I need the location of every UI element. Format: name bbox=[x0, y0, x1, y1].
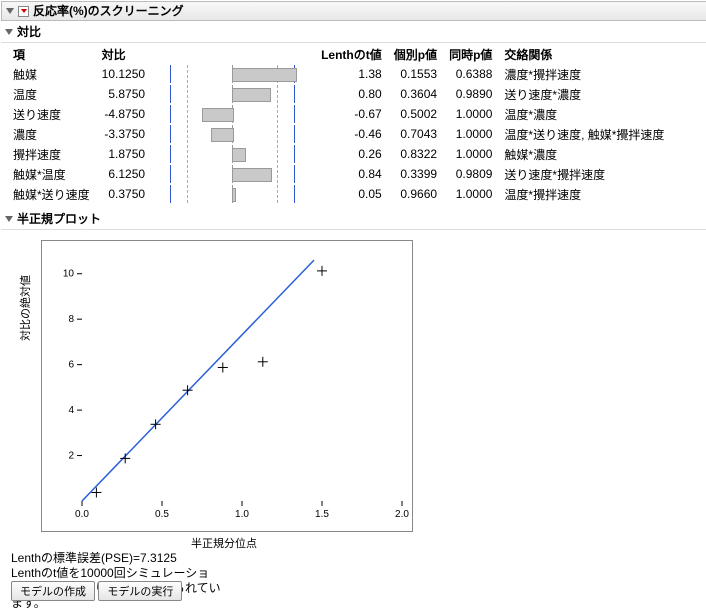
contrast-cell: 1.8750 bbox=[96, 144, 151, 164]
svg-text:8: 8 bbox=[68, 314, 74, 325]
contrast-cell: 0.3750 bbox=[96, 184, 151, 204]
bar-cell bbox=[151, 164, 315, 184]
contrast-table: 項 対比 Lenthのt値 個別p値 同時p値 交絡関係 触媒10.1250 1.… bbox=[7, 45, 670, 204]
psim-cell: 1.0000 bbox=[443, 144, 498, 164]
pind-cell: 0.8322 bbox=[388, 144, 443, 164]
svg-text:2: 2 bbox=[68, 451, 74, 462]
term-cell: 攪拌速度 bbox=[7, 144, 96, 164]
table-row: 攪拌速度1.8750 0.260.83221.0000触媒*濃度 bbox=[7, 144, 670, 164]
t-cell: 0.05 bbox=[315, 184, 388, 204]
psim-cell: 1.0000 bbox=[443, 184, 498, 204]
t-cell: 0.80 bbox=[315, 84, 388, 104]
bar-cell bbox=[151, 124, 315, 144]
alias-cell: 送り速度*攪拌速度 bbox=[498, 164, 670, 184]
pind-cell: 0.3399 bbox=[388, 164, 443, 184]
t-cell: -0.67 bbox=[315, 104, 388, 124]
col-psim: 同時p値 bbox=[443, 45, 498, 64]
psim-cell: 1.0000 bbox=[443, 104, 498, 124]
x-axis-label: 半正規分位点 bbox=[191, 535, 257, 551]
disclose-icon bbox=[5, 216, 13, 222]
t-cell: 0.84 bbox=[315, 164, 388, 184]
alias-cell: 触媒*濃度 bbox=[498, 144, 670, 164]
t-cell: 0.26 bbox=[315, 144, 388, 164]
contrast-title: 対比 bbox=[17, 23, 41, 40]
pind-cell: 0.1553 bbox=[388, 64, 443, 84]
table-row: 濃度-3.3750 -0.460.70431.0000温度*送り速度, 触媒*攪拌… bbox=[7, 124, 670, 144]
halfnorm-title: 半正規プロット bbox=[17, 210, 101, 227]
halfnorm-plot: 0.0 0.5 1.0 1.5 2.0 2 4 6 8 10 bbox=[41, 240, 413, 532]
contrast-cell: -3.3750 bbox=[96, 124, 151, 144]
bar-cell bbox=[151, 84, 315, 104]
term-cell: 触媒 bbox=[7, 64, 96, 84]
term-cell: 温度 bbox=[7, 84, 96, 104]
svg-text:2.0: 2.0 bbox=[395, 509, 409, 520]
table-row: 触媒10.1250 1.380.15530.6388濃度*攪拌速度 bbox=[7, 64, 670, 84]
svg-text:4: 4 bbox=[68, 405, 74, 416]
bar-cell bbox=[151, 184, 315, 204]
term-cell: 濃度 bbox=[7, 124, 96, 144]
panel-header[interactable]: 反応率(%)のスクリーニング bbox=[1, 1, 706, 21]
table-row: 温度5.8750 0.800.36040.9890送り速度*濃度 bbox=[7, 84, 670, 104]
svg-text:1.0: 1.0 bbox=[235, 509, 249, 520]
bar-cell bbox=[151, 104, 315, 124]
col-contrast: 対比 bbox=[96, 45, 151, 64]
bar-cell bbox=[151, 144, 315, 164]
svg-text:0.5: 0.5 bbox=[155, 509, 169, 520]
svg-text:10: 10 bbox=[63, 269, 75, 280]
table-row: 触媒*温度6.1250 0.840.33990.9809送り速度*攪拌速度 bbox=[7, 164, 670, 184]
alias-cell: 温度*濃度 bbox=[498, 104, 670, 124]
table-header-row: 項 対比 Lenthのt値 個別p値 同時p値 交絡関係 bbox=[7, 45, 670, 64]
y-axis-label: 対比の絶対値 bbox=[17, 275, 33, 341]
menu-drop-icon[interactable] bbox=[18, 6, 29, 17]
term-cell: 触媒*温度 bbox=[7, 164, 96, 184]
contrast-cell: 10.1250 bbox=[96, 64, 151, 84]
halfnorm-header[interactable]: 半正規プロット bbox=[1, 208, 706, 230]
t-cell: 1.38 bbox=[315, 64, 388, 84]
pind-cell: 0.3604 bbox=[388, 84, 443, 104]
bar-cell bbox=[151, 64, 315, 84]
alias-cell: 温度*攪拌速度 bbox=[498, 184, 670, 204]
panel-title-text: 反応率(%)のスクリーニング bbox=[33, 2, 184, 20]
table-row: 触媒*送り速度0.3750 0.050.96601.0000温度*攪拌速度 bbox=[7, 184, 670, 204]
contrast-cell: 6.1250 bbox=[96, 164, 151, 184]
contrast-header[interactable]: 対比 bbox=[1, 21, 706, 43]
col-chart bbox=[151, 45, 315, 64]
term-cell: 触媒*送り速度 bbox=[7, 184, 96, 204]
t-cell: -0.46 bbox=[315, 124, 388, 144]
pind-cell: 0.5002 bbox=[388, 104, 443, 124]
psim-cell: 0.9890 bbox=[443, 84, 498, 104]
alias-cell: 温度*送り速度, 触媒*攪拌速度 bbox=[498, 124, 670, 144]
svg-text:1.5: 1.5 bbox=[315, 509, 329, 520]
disclose-icon bbox=[6, 8, 14, 14]
alias-cell: 濃度*攪拌速度 bbox=[498, 64, 670, 84]
col-pind: 個別p値 bbox=[388, 45, 443, 64]
pind-cell: 0.7043 bbox=[388, 124, 443, 144]
term-cell: 送り速度 bbox=[7, 104, 96, 124]
col-t: Lenthのt値 bbox=[315, 45, 388, 64]
make-model-button[interactable]: モデルの作成 bbox=[11, 581, 95, 601]
psim-cell: 1.0000 bbox=[443, 124, 498, 144]
contrast-cell: 5.8750 bbox=[96, 84, 151, 104]
psim-cell: 0.9809 bbox=[443, 164, 498, 184]
table-row: 送り速度-4.8750 -0.670.50021.0000温度*濃度 bbox=[7, 104, 670, 124]
col-term: 項 bbox=[7, 45, 96, 64]
footer-buttons: モデルの作成 モデルの実行 bbox=[11, 581, 182, 601]
svg-text:6: 6 bbox=[68, 360, 74, 371]
alias-cell: 送り速度*濃度 bbox=[498, 84, 670, 104]
run-model-button[interactable]: モデルの実行 bbox=[98, 581, 182, 601]
col-alias: 交絡関係 bbox=[498, 45, 670, 64]
svg-text:0.0: 0.0 bbox=[75, 509, 89, 520]
pind-cell: 0.9660 bbox=[388, 184, 443, 204]
psim-cell: 0.6388 bbox=[443, 64, 498, 84]
disclose-icon bbox=[5, 29, 13, 35]
contrast-cell: -4.8750 bbox=[96, 104, 151, 124]
pse-note: Lenthの標準誤差(PSE)=7.3125 bbox=[11, 551, 221, 566]
